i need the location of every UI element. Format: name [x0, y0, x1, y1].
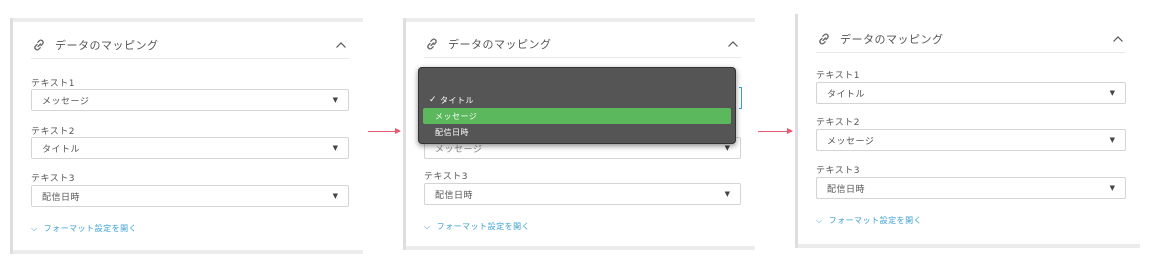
- triangle-down-icon: ▼: [1109, 136, 1115, 144]
- panel-bottom-border: [13, 250, 363, 254]
- select-text1[interactable]: メッセージ ▼: [31, 89, 349, 111]
- select-text2[interactable]: タイトル ▼: [31, 137, 349, 159]
- field-label-text1: テキスト1: [31, 79, 75, 89]
- select-value: 配信日時: [827, 184, 866, 195]
- arrow-right-icon: [758, 128, 793, 134]
- format-settings-link[interactable]: ⌵ フォーマット設定を開く: [816, 215, 922, 226]
- format-settings-link[interactable]: ⌵ フォーマット設定を開く: [424, 221, 530, 232]
- link-icon: [819, 33, 829, 44]
- chevron-up-icon[interactable]: [1110, 31, 1126, 47]
- select-value: メッセージ: [42, 96, 90, 107]
- select-value: 配信日時: [435, 190, 474, 201]
- link-icon: [427, 38, 437, 49]
- select-value: 配信日時: [42, 192, 81, 203]
- dropdown-option-title[interactable]: ✓ タイトル: [423, 92, 731, 108]
- triangle-down-icon: ▼: [724, 190, 730, 198]
- link-icon: [34, 39, 44, 50]
- panel-bottom-border: [406, 246, 755, 250]
- select-text3[interactable]: 配信日時 ▼: [424, 183, 741, 205]
- field-label-text2: テキスト2: [31, 127, 75, 137]
- chevron-down-icon: ⌵: [424, 221, 431, 231]
- panel-header[interactable]: データのマッピング: [816, 25, 1126, 53]
- triangle-down-icon: ▼: [332, 192, 338, 200]
- chevron-up-icon[interactable]: [725, 36, 741, 52]
- panel-title: データのマッピング: [840, 32, 944, 46]
- chevron-up-icon[interactable]: [333, 37, 349, 53]
- field-label-text2: テキスト2: [816, 118, 860, 128]
- triangle-down-icon: ▼: [1109, 89, 1115, 97]
- triangle-down-icon: ▼: [332, 96, 338, 104]
- mapping-panel-after: データのマッピング テキスト1 タイトル ▼ テキスト2 メッセージ ▼ テキス…: [795, 14, 1140, 248]
- dropdown-option-label: タイトル: [440, 95, 475, 105]
- panel-header[interactable]: データのマッピング: [31, 31, 349, 59]
- mapping-panel-before: データのマッピング テキスト1 メッセージ ▼ テキスト2 タイトル ▼ テキス…: [10, 18, 363, 254]
- mapping-panel-selecting: データのマッピング メッセージ ▼ テキスト3 配信日時 ▼ ⌵ フォーマット設…: [403, 18, 755, 250]
- select-value: メッセージ: [827, 136, 875, 147]
- field-label-text3: テキスト3: [424, 172, 468, 182]
- format-link-label: フォーマット設定を開く: [43, 224, 138, 233]
- panel-bottom-border: [798, 244, 1140, 248]
- select-value: タイトル: [827, 89, 866, 100]
- arrow-right-icon: [368, 128, 401, 134]
- field-label-text3: テキスト3: [816, 166, 860, 176]
- format-settings-link[interactable]: ⌵ フォーマット設定を開く: [31, 223, 137, 234]
- format-link-label: フォーマット設定を開く: [828, 216, 923, 225]
- select-text1-focused-edge[interactable]: [739, 87, 742, 109]
- field-label-text1: テキスト1: [816, 71, 860, 81]
- triangle-down-icon: ▼: [1109, 184, 1115, 192]
- select-text3[interactable]: 配信日時 ▼: [816, 177, 1126, 199]
- dropdown-option-label: メッセージ: [435, 111, 478, 121]
- select-text1[interactable]: タイトル ▼: [816, 82, 1126, 104]
- select-text2[interactable]: メッセージ ▼: [816, 129, 1126, 151]
- panel-title: データのマッピング: [55, 38, 159, 52]
- panel-title: データのマッピング: [448, 37, 552, 51]
- checkmark-icon: ✓: [429, 95, 438, 105]
- dropdown-option-datetime[interactable]: 配信日時: [423, 124, 731, 140]
- triangle-down-icon: ▼: [332, 144, 338, 152]
- panel-header[interactable]: データのマッピング: [424, 30, 741, 58]
- panel-top-border: [13, 18, 363, 22]
- select-dropdown-menu: ✓ タイトル メッセージ 配信日時: [418, 67, 736, 144]
- format-link-label: フォーマット設定を開く: [436, 222, 531, 231]
- dropdown-option-message[interactable]: メッセージ: [423, 108, 731, 124]
- chevron-down-icon: ⌵: [31, 223, 38, 233]
- field-label-text3: テキスト3: [31, 174, 75, 184]
- select-value: タイトル: [42, 144, 81, 155]
- triangle-down-icon: ▼: [724, 144, 730, 152]
- panel-top-border: [406, 18, 755, 22]
- dropdown-option-label: 配信日時: [435, 127, 469, 137]
- chevron-down-icon: ⌵: [816, 215, 823, 225]
- select-text3[interactable]: 配信日時 ▼: [31, 185, 349, 207]
